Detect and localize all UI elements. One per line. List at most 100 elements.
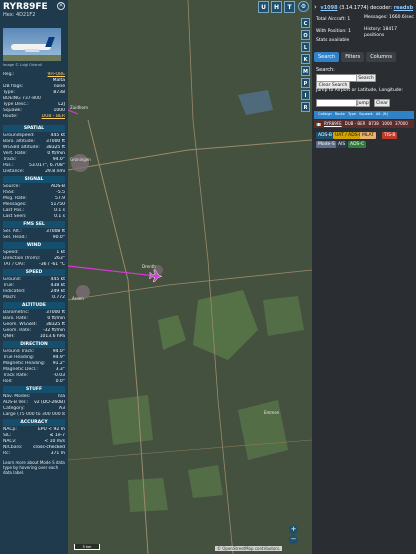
section-row: Large (75 000 to 300 000 lb) [3,412,65,418]
map-side-button-k[interactable]: K [301,54,310,64]
section-row: TAT / OAT: -36 / -61 °C [3,262,65,268]
field-label: Sel. Head.: [3,235,28,240]
field-label: QNH: [3,334,15,339]
aircraft-photo[interactable] [3,28,61,61]
stat-messages: Messages: 1660.6/sec [364,15,414,20]
map-side-button-p[interactable]: P [301,78,310,88]
version-text: (3.14.1774) decoder: [339,5,393,11]
col-callsign[interactable]: Callsign [318,112,332,118]
aircraft-info-panel: RYR89FE Hex: 4D21F2 ✕ Image © Luigi Orla… [0,0,68,554]
field-value: -36 / -61 °C [39,262,65,267]
section-row: Rc: 371 m [3,451,65,457]
section-row: Mach: 0.772 [3,295,65,301]
city-label: Assen [72,296,84,301]
footer-note: Learn more about Mode S data type by hov… [3,460,65,475]
section-header[interactable]: ALTITUDE [3,302,65,309]
aircraft-table-header: Callsign Route Type Squawk Alt. (ft) [314,111,414,119]
col-route[interactable]: Route [335,112,345,118]
collapse-chevron-icon[interactable]: › [314,3,317,11]
source-legend-item: ADS-C [348,141,367,148]
stats-available-link[interactable]: Stats available [316,38,376,44]
field-value: 0.772 [52,295,65,300]
source-legend-item: TIS-B [382,132,398,139]
map-attribution[interactable]: © OpenStreetMap contributors. [215,546,283,551]
field-label: Rc: [3,451,11,456]
map-side-button-r[interactable]: R [301,102,310,112]
source-legend-item: MLAT [360,132,376,139]
tab-columns[interactable]: Columns [366,52,396,62]
map-side-button-m[interactable]: M [301,66,310,76]
section-header[interactable]: WIND [3,242,65,249]
version-link[interactable]: v1098 [320,5,337,11]
aircraft-sections: SPATIAL Groundspeed: 445 kt Baro. altitude:… [3,124,65,475]
section-header[interactable]: SIGNAL [3,176,65,183]
field-label: Large (75 000 to 300 000 lb) [3,412,65,417]
field-value: 0.0° [55,379,65,384]
jump-button[interactable]: Jump [356,99,370,107]
section-row: QNH: 1013.6 hPa [3,334,65,340]
section-header[interactable]: FMS SEL [3,221,65,228]
map-side-button-o[interactable]: O [301,30,310,40]
city-label: Drenth [142,264,156,269]
map-side-button-l[interactable]: L [301,42,310,52]
section-row: Roll: 0.0° [3,379,65,385]
row-altitude: 37000 [395,121,408,127]
row-callsign[interactable]: RYR89FE [324,121,342,127]
field-label: Mach: [3,295,17,300]
map-canvas [68,0,312,554]
col-type[interactable]: Type [348,112,356,118]
row-route: DUB - BER [344,121,366,127]
settings-gear-icon[interactable]: ⚙ [298,1,309,12]
city-label: Zuidhorn [70,105,89,110]
row-type: B738 [368,121,379,127]
field-label: TAT / OAT: [3,262,26,267]
section-header[interactable]: SPATIAL [3,125,65,132]
panel-tabs: Search Filters Columns [314,52,396,62]
field-value: 371 m [50,451,65,456]
zoom-out-button[interactable]: − [289,535,298,544]
field-label: Distance: [3,169,25,174]
stat-with-position: With Position: 1 [316,29,351,34]
map-button-h[interactable]: H [271,1,282,13]
stat-total-aircraft: Total Aircraft: 1 [316,17,351,22]
map-button-u[interactable]: U [258,1,269,13]
forest-area [128,478,168,512]
section-header[interactable]: STUFF [3,386,65,393]
row-squawk: 1000 [381,121,393,127]
decoder-link[interactable]: readsb [394,5,413,11]
clear-jump-button[interactable]: Clear [374,99,390,107]
photo-credit: Image © Luigi Orlandi [3,63,42,67]
map-view[interactable]: Groningen Drenth Assen Emmen Zuidhorn U … [68,0,312,554]
section-row: Last Seen: 0.1 s [3,214,65,220]
map-side-button-i[interactable]: I [301,90,310,100]
zoom-in-button[interactable]: + [289,525,298,534]
detail-row: Route: DUB - BER [3,114,65,120]
col-altitude[interactable]: Alt. (ft) [376,112,388,118]
detail-key: Reg.: [3,72,15,77]
search-button[interactable]: Search [356,74,376,82]
photo-plane-tail [45,37,55,47]
aircraft-details: Reg.: 9H-QBE Malta DB flags: none Type: B738 BO… [3,72,65,120]
table-row[interactable]: RYR89FE DUB - BER B738 1000 37000 [314,120,414,128]
col-squawk[interactable]: Squawk [359,112,373,118]
aircraft-hex: Hex: 4D21F2 [3,12,36,18]
city-label: Groningen [70,157,91,162]
source-legend-item: AIS [336,141,348,148]
tab-filters[interactable]: Filters [341,52,365,62]
right-panel: › v1098 (3.14.1774) decoder: readsb Tota… [312,0,416,554]
field-label: Roll: [3,379,13,384]
section-header[interactable]: SPEED [3,269,65,276]
field-value: 0.1 s [54,214,65,219]
map-side-button-c[interactable]: C [301,18,310,28]
close-icon[interactable]: ✕ [57,2,65,10]
map-button-t[interactable]: T [284,1,295,13]
section-header[interactable]: ACCURACY [3,419,65,426]
city-label: Emmen [264,410,280,415]
tab-search[interactable]: Search [314,52,340,62]
stat-history: History: 18417 positions [364,27,397,38]
field-label: Last Seen: [3,214,27,219]
source-legend-item: ADS-B [316,132,334,139]
photo-plane-wing [24,49,40,52]
detail-value[interactable]: DUB - BER [42,114,65,120]
section-header[interactable]: DIRECTION [3,341,65,348]
